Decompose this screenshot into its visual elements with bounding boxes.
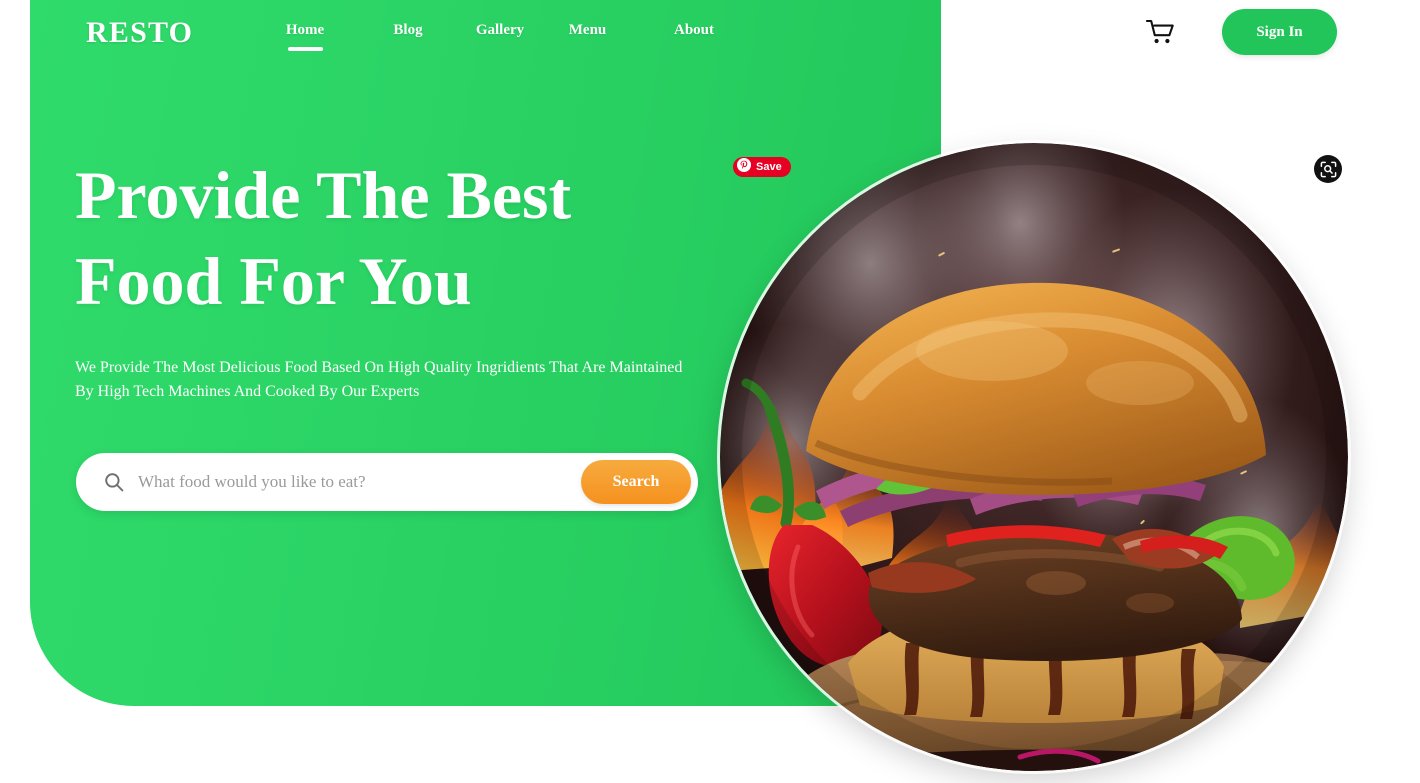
nav-label: Gallery — [475, 22, 525, 38]
nav-label: About — [673, 22, 714, 38]
nav-label: Blog — [393, 22, 423, 38]
pinterest-save-label: Save — [756, 161, 782, 173]
nav-item-menu[interactable]: Menu — [564, 22, 611, 51]
brand-logo[interactable]: RESTO — [86, 16, 193, 50]
headline-line-1: Provide The Best — [75, 157, 572, 233]
pinterest-icon — [737, 157, 751, 177]
nav-label: Menu — [568, 22, 607, 38]
search-button[interactable]: Search — [581, 460, 691, 504]
shopping-cart-icon[interactable] — [1145, 16, 1177, 48]
hero-food-image — [720, 143, 1348, 771]
nav-item-home[interactable]: Home — [283, 22, 327, 51]
headline-line-2: Food For You — [75, 243, 472, 319]
nav-item-blog[interactable]: Blog — [386, 22, 430, 51]
pinterest-save-badge[interactable]: Save — [733, 157, 791, 177]
site-header: RESTO Home Blog Gallery Menu About Sign … — [0, 0, 1420, 64]
search-input[interactable] — [138, 472, 581, 492]
nav-item-gallery[interactable]: Gallery — [472, 22, 528, 51]
visual-search-lens-icon[interactable] — [1314, 155, 1342, 183]
main-navigation: Home Blog Gallery Menu About — [283, 22, 717, 51]
sign-in-button[interactable]: Sign In — [1222, 9, 1337, 55]
search-icon — [104, 472, 124, 492]
nav-label: Home — [285, 22, 325, 38]
page-title: Provide The Best Food For You — [75, 152, 715, 324]
hero-description: We Provide The Most Delicious Food Based… — [75, 359, 683, 400]
active-underline — [287, 47, 323, 51]
nav-item-about[interactable]: About — [671, 22, 717, 51]
search-bar: Search — [76, 453, 698, 511]
